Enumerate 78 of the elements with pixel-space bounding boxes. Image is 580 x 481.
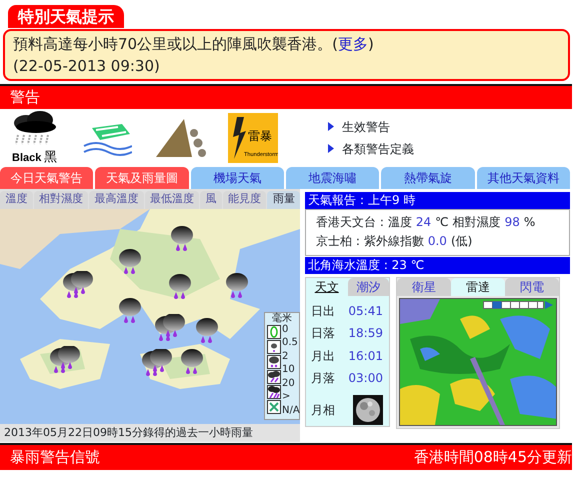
bullet-arrow-icon [328,122,334,131]
alert-message: 預料高達每小時70公里或以上的陣風吹襲香港。(更多) [13,34,375,54]
main-tab[interactable]: 地震海嘯 [286,166,380,188]
report-title: 天氣報告：上午9 時 [308,192,416,206]
field-label: 紫外線指數 [364,234,424,248]
legend-label: 20 [282,378,296,390]
no-data-icon [267,400,281,414]
field-label: 相對濕度 [452,214,501,228]
map-tab[interactable]: 最低溫度 [144,190,200,208]
map-tab[interactable]: 風 [200,190,222,208]
more-link[interactable]: 更多 [338,34,368,52]
warning-link[interactable]: 生效警告 [342,118,390,136]
rain-cloud-icon [180,348,204,374]
footer-title: 暴雨警告信號 [10,446,100,468]
map-tab[interactable]: 能見度 [222,190,266,208]
legend-label: 2 [282,352,290,364]
map-tab[interactable]: 相對濕度 [34,190,88,208]
rain-cloud-icon [141,348,173,378]
imagery-tab[interactable]: 雷達 [451,278,505,296]
legend-label: 10 [282,365,296,377]
alert-time: (22-05-2013 09:30) [13,56,161,76]
imagery-tab[interactable]: 閃電 [505,278,559,296]
unit-label: ℃ [435,214,449,228]
main-tab[interactable]: 機場天氣 [190,166,284,188]
field-value: 98 [504,214,520,228]
row-label: 日出 [311,302,335,320]
legend-label: > [282,392,292,404]
alert-tab-label: 特別天氣提示 [8,5,124,28]
unit-label: % [524,214,536,228]
time-value: 16:01 [348,348,383,365]
rain-cloud-icon [267,384,281,398]
rain-cloud-icon [118,248,142,274]
rain-cloud-icon [225,272,249,298]
field-value: 24 [416,214,432,228]
legend-label: 0.5 [282,338,299,350]
rain-cloud-icon [154,314,186,344]
main-tab[interactable]: 天氣及雨量圖 [95,166,189,188]
station-name: 京士柏 : [316,234,360,248]
station-name: 香港天文台 : [316,214,384,228]
legend-label: N/A [282,406,300,418]
zero-rain-icon [267,324,281,338]
field-label: 溫度 [388,214,412,228]
rain-cloud-icon [267,354,281,368]
rain-cloud-icon [62,270,94,300]
update-time: 香港時間08時45分更新 [414,446,572,468]
main-tab[interactable]: 熱帶氣旋 [381,166,475,188]
row-label: 月相 [311,402,335,418]
rain-cloud-icon [267,370,281,384]
rain-cloud-icon [49,346,81,376]
row-label: 日落 [311,325,335,342]
time-value: 18:59 [348,325,383,342]
legend-label: 0 [282,324,290,336]
warning-link[interactable]: 各類警告定義 [342,140,414,158]
map-tab[interactable]: 溫度 [0,190,33,208]
rain-cloud-icon [170,226,194,252]
astronomy-tab[interactable]: 潮汐 [348,278,389,296]
main-tab[interactable]: 其他天氣資料 [476,166,570,188]
legend-unit: 毫米 [271,312,293,324]
field-value: 0.0 [428,234,447,248]
map-tab[interactable]: 最高溫度 [89,190,144,208]
main-tab[interactable]: 今日天氣警告 [0,166,94,188]
row-label: 月落 [311,370,335,388]
bullet-arrow-icon [328,144,334,153]
row-label: 月出 [311,348,335,365]
map-tab[interactable]: 雨量 [267,190,300,208]
time-value: 03:00 [348,370,383,388]
map-caption: 2013年05月22日09時15分錄得的過去一小時雨量 [0,424,300,442]
sea-temperature: 北角海水溫度 : 23 ℃ [308,258,424,272]
rain-cloud-icon [267,340,281,354]
landslide-icon [154,116,206,158]
time-value: 05:41 [348,302,383,320]
imagery-tab[interactable]: 衛星 [397,278,451,296]
rain-cloud-icon [168,274,192,300]
section-title: 警告 [10,88,40,106]
unit-label: (低) [450,234,472,248]
rain-cloud-icon [118,298,142,324]
animation-frame-strip-drawing [483,300,553,308]
rain-cloud-icon [195,318,219,344]
